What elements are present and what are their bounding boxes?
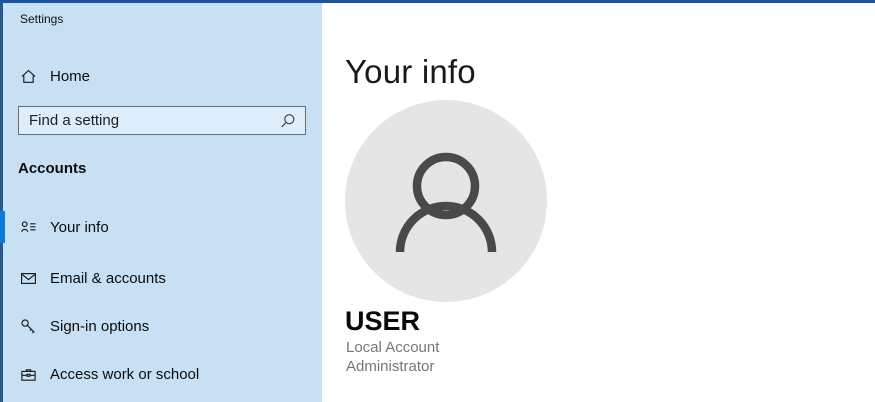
- page-title: Your info: [345, 53, 476, 90]
- home-icon: [20, 68, 37, 85]
- sidebar-item-your-info[interactable]: Your info: [0, 209, 322, 245]
- search-box[interactable]: [18, 106, 306, 135]
- sidebar-item-home[interactable]: Home: [0, 58, 322, 94]
- account-details: Local Account Administrator: [346, 338, 439, 376]
- avatar: [345, 100, 547, 302]
- settings-window: Settings Home Accounts: [0, 0, 875, 402]
- search-icon: [280, 113, 296, 129]
- sidebar-item-access-work-school[interactable]: Access work or school: [0, 356, 322, 392]
- account-type: Local Account: [346, 339, 440, 356]
- sidebar-item-label: Your info: [50, 218, 109, 236]
- sidebar-item-label: Sign-in options: [50, 317, 150, 335]
- window-title: Settings: [20, 12, 64, 26]
- email-icon: [20, 270, 37, 287]
- key-icon: [20, 318, 37, 335]
- section-header-accounts: Accounts: [18, 160, 87, 177]
- briefcase-icon: [20, 366, 37, 383]
- window-border: [0, 3, 3, 402]
- selected-item-indicator: [0, 211, 5, 243]
- sidebar-item-label: Access work or school: [50, 365, 200, 383]
- sidebar-item-label: Email & accounts: [50, 269, 166, 287]
- account-role: Administrator: [346, 358, 435, 375]
- contact-info-icon: [20, 219, 37, 236]
- content-pane: Your info USER Local Account Administrat…: [322, 3, 875, 402]
- sidebar-item-label: Home: [50, 67, 91, 85]
- sidebar-item-email-accounts[interactable]: Email & accounts: [0, 260, 322, 296]
- sidebar-item-sign-in-options[interactable]: Sign-in options: [0, 308, 322, 344]
- username: USER: [345, 306, 421, 336]
- search-input[interactable]: [19, 107, 280, 134]
- sidebar: Settings Home Accounts: [0, 3, 322, 402]
- person-silhouette-icon: [395, 152, 497, 253]
